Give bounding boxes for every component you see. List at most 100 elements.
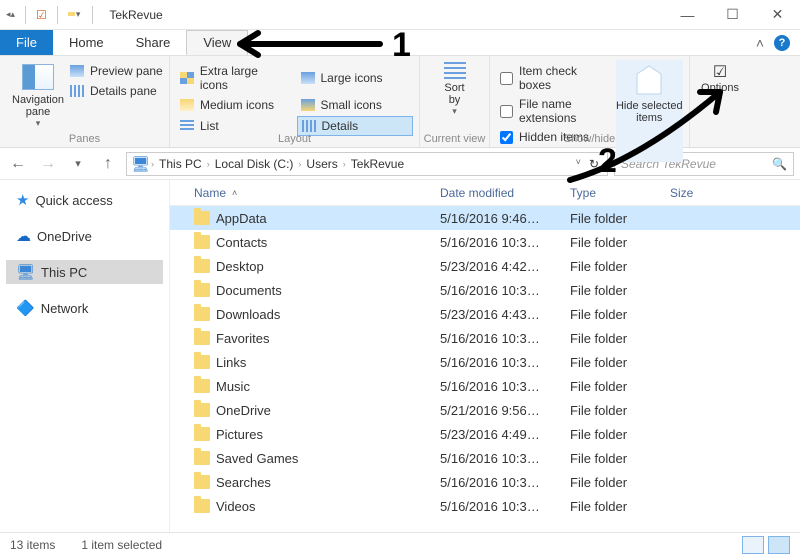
back-button[interactable]: ← — [6, 152, 30, 176]
status-bar: 13 items 1 item selected — [0, 532, 800, 556]
folder-icon — [194, 451, 210, 465]
help-icon[interactable]: ? — [774, 35, 790, 51]
options-button[interactable]: ☑ Options ▾ — [701, 62, 739, 105]
layout-extra-large-icons[interactable]: Extra large icons — [176, 62, 293, 94]
file-name: OneDrive — [216, 403, 271, 418]
file-name-extensions-checkbox[interactable] — [500, 105, 513, 118]
layout-large-icons[interactable]: Large icons — [297, 62, 414, 94]
collapse-ribbon-icon[interactable]: ˄ — [756, 35, 764, 51]
checkbox-indicator-icon[interactable]: ☑ — [36, 8, 47, 22]
details-pane-button[interactable]: Details pane — [70, 84, 163, 98]
item-check-boxes-toggle[interactable]: Item check boxes — [500, 64, 612, 92]
quick-access-arrow-icon[interactable]: ◂▴ — [6, 9, 15, 20]
close-button[interactable]: ✕ — [755, 0, 800, 30]
crumb-tekrevue[interactable]: TekRevue — [347, 157, 408, 171]
layout-small-icons[interactable]: Small icons — [297, 96, 414, 114]
view-thumbnails-button[interactable] — [768, 536, 790, 554]
window-title: TekRevue — [103, 8, 665, 22]
crumb-local-disk[interactable]: Local Disk (C:) — [211, 157, 298, 171]
file-row-favorites[interactable]: Favorites5/16/2016 10:3…File folder — [170, 326, 800, 350]
search-icon[interactable]: 🔍 — [772, 157, 787, 171]
overflow-icon[interactable]: ▾ — [74, 9, 83, 20]
file-date: 5/16/2016 10:3… — [440, 331, 570, 346]
tree-label: This PC — [41, 265, 87, 280]
extra-large-icon — [180, 72, 194, 84]
minimize-button[interactable]: — — [665, 0, 710, 30]
folder-icon — [194, 499, 210, 513]
group-label-layout: Layout — [170, 133, 419, 145]
maximize-button[interactable]: ☐ — [710, 0, 755, 30]
file-name: Pictures — [216, 427, 263, 442]
file-name: Favorites — [216, 331, 269, 346]
sort-by-button[interactable]: Sort by ▾ — [444, 62, 466, 117]
file-row-desktop[interactable]: Desktop5/23/2016 4:42…File folder — [170, 254, 800, 278]
file-date: 5/16/2016 10:3… — [440, 499, 570, 514]
file-type: File folder — [570, 451, 670, 466]
tab-home[interactable]: Home — [53, 30, 120, 55]
view-details-button[interactable] — [742, 536, 764, 554]
file-name-extensions-toggle[interactable]: File name extensions — [500, 97, 612, 125]
column-type[interactable]: Type — [570, 186, 670, 200]
tab-file[interactable]: File — [0, 30, 53, 55]
hide-selected-icon — [633, 64, 665, 100]
tab-view[interactable]: View — [186, 30, 248, 55]
folder-icon — [194, 259, 210, 273]
net-icon: 🔷 — [16, 299, 35, 317]
file-row-contacts[interactable]: Contacts5/16/2016 10:3…File folder — [170, 230, 800, 254]
file-row-documents[interactable]: Documents5/16/2016 10:3…File folder — [170, 278, 800, 302]
small-icon — [301, 99, 315, 111]
file-name: Searches — [216, 475, 271, 490]
tree-item-quick-access[interactable]: ★Quick access — [6, 188, 163, 212]
file-name: Documents — [216, 283, 282, 298]
column-size[interactable]: Size — [670, 186, 730, 200]
file-row-downloads[interactable]: Downloads5/23/2016 4:43…File folder — [170, 302, 800, 326]
list-icon — [180, 120, 194, 132]
file-row-pictures[interactable]: Pictures5/23/2016 4:49…File folder — [170, 422, 800, 446]
file-name: Contacts — [216, 235, 267, 250]
file-type: File folder — [570, 379, 670, 394]
tree-label: OneDrive — [37, 229, 92, 244]
file-row-onedrive[interactable]: OneDrive5/21/2016 9:56…File folder — [170, 398, 800, 422]
item-check-boxes-checkbox[interactable] — [500, 72, 513, 85]
hide-selected-items-button[interactable]: Hide selected items — [616, 60, 683, 162]
star-icon: ★ — [16, 191, 29, 209]
file-row-music[interactable]: Music5/16/2016 10:3…File folder — [170, 374, 800, 398]
preview-pane-button[interactable]: Preview pane — [70, 64, 163, 78]
status-item-count: 13 items — [10, 538, 55, 552]
file-date: 5/16/2016 10:3… — [440, 451, 570, 466]
file-row-appdata[interactable]: AppData5/16/2016 9:46…File folder — [170, 206, 800, 230]
group-label-current-view: Current view — [420, 133, 489, 145]
column-date[interactable]: Date modified — [440, 186, 570, 200]
navigation-pane-icon — [22, 64, 54, 90]
forward-button[interactable]: → — [36, 152, 60, 176]
file-type: File folder — [570, 259, 670, 274]
crumb-users[interactable]: Users — [302, 157, 341, 171]
file-row-saved-games[interactable]: Saved Games5/16/2016 10:3…File folder — [170, 446, 800, 470]
folder-icon — [194, 235, 210, 249]
file-name: AppData — [216, 211, 267, 226]
up-button[interactable]: ↑ — [96, 152, 120, 176]
crumb-this-pc[interactable]: This PC — [155, 157, 206, 171]
file-row-searches[interactable]: Searches5/16/2016 10:3…File folder — [170, 470, 800, 494]
file-date: 5/16/2016 9:46… — [440, 211, 570, 226]
cloud-icon: ☁ — [16, 227, 31, 245]
tab-share[interactable]: Share — [120, 30, 187, 55]
tree-item-this-pc[interactable]: 🖥 This PC — [6, 260, 163, 284]
recent-locations-button[interactable]: ▾ — [66, 152, 90, 176]
pc-icon: 🖥 — [16, 263, 35, 281]
status-selected-count: 1 item selected — [81, 538, 162, 552]
folder-icon — [194, 475, 210, 489]
file-row-links[interactable]: Links5/16/2016 10:3…File folder — [170, 350, 800, 374]
layout-medium-icons[interactable]: Medium icons — [176, 96, 293, 114]
file-list: Name˄ Date modified Type Size AppData 5/1… — [170, 180, 800, 532]
group-label-panes: Panes — [0, 133, 169, 145]
column-name[interactable]: Name˄ — [170, 186, 440, 200]
file-date: 5/23/2016 4:43… — [440, 307, 570, 322]
tree-item-network[interactable]: 🔷Network — [6, 296, 163, 320]
tree-item-onedrive[interactable]: ☁ OneDrive — [6, 224, 163, 248]
file-type: File folder — [570, 403, 670, 418]
file-row-videos[interactable]: Videos5/16/2016 10:3…File folder — [170, 494, 800, 518]
file-date: 5/16/2016 10:3… — [440, 283, 570, 298]
ribbon-tabs: File Home Share View ˄ ? — [0, 30, 800, 56]
file-name: Videos — [216, 499, 256, 514]
